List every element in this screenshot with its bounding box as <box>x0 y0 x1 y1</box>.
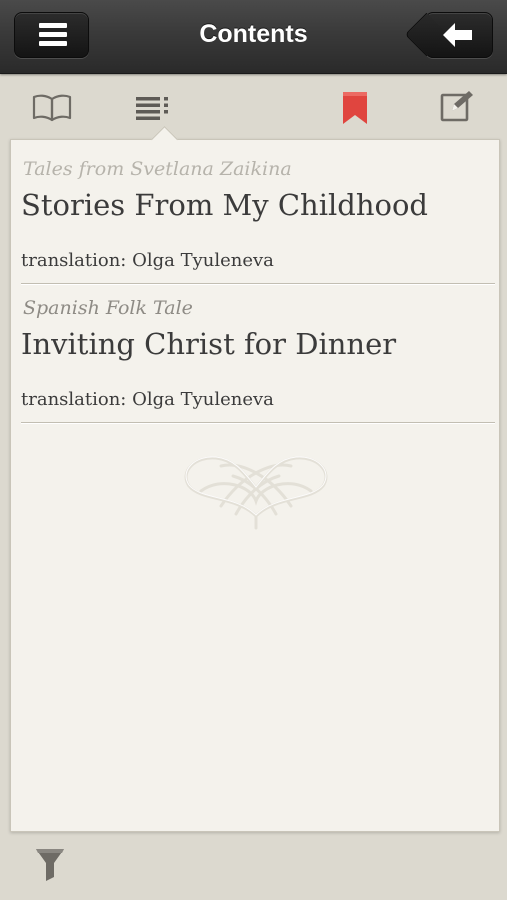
entry-translator: translation: Olga Tyuleneva <box>21 250 274 271</box>
filter-icon[interactable] <box>36 847 64 885</box>
entry-title: Inviting Christ for Dinner <box>21 327 397 361</box>
toolbar <box>0 74 507 140</box>
navigation-bar: Contents <box>0 0 507 74</box>
edit-note-icon[interactable] <box>440 90 474 126</box>
contents-panel: Tales from Svetlana Zaikina Stories From… <box>10 126 500 832</box>
ornament-icon <box>181 446 331 536</box>
divider <box>21 283 495 284</box>
entry-author: Spanish Folk Tale <box>23 297 193 319</box>
entry-author: Tales from Svetlana Zaikina <box>23 158 292 180</box>
bookmark-icon[interactable] <box>343 92 367 128</box>
back-button[interactable] <box>404 12 493 58</box>
list-icon[interactable] <box>136 96 170 124</box>
book-icon[interactable] <box>32 94 72 126</box>
divider <box>21 422 495 423</box>
bottom-bar <box>0 831 507 900</box>
entry-translator: translation: Olga Tyuleneva <box>21 389 274 410</box>
back-arrow-icon <box>443 23 472 47</box>
entry-title: Stories From My Childhood <box>21 188 428 222</box>
